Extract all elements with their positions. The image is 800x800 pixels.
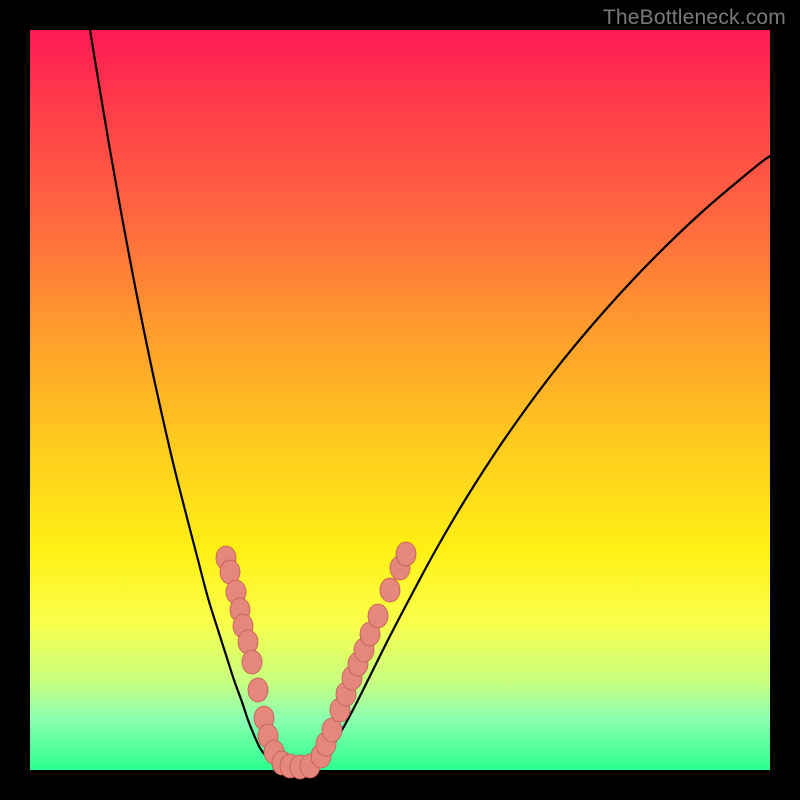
marker-bead [242, 650, 262, 674]
marker-group [216, 542, 416, 779]
plot-area [30, 30, 770, 770]
marker-bead [248, 678, 268, 702]
marker-bead [396, 542, 416, 566]
watermark-text: TheBottleneck.com [603, 6, 786, 30]
marker-bead [380, 578, 400, 602]
outer-frame: TheBottleneck.com [0, 0, 800, 800]
curve-svg [30, 30, 770, 770]
curve-right [312, 156, 770, 769]
marker-bead [368, 604, 388, 628]
